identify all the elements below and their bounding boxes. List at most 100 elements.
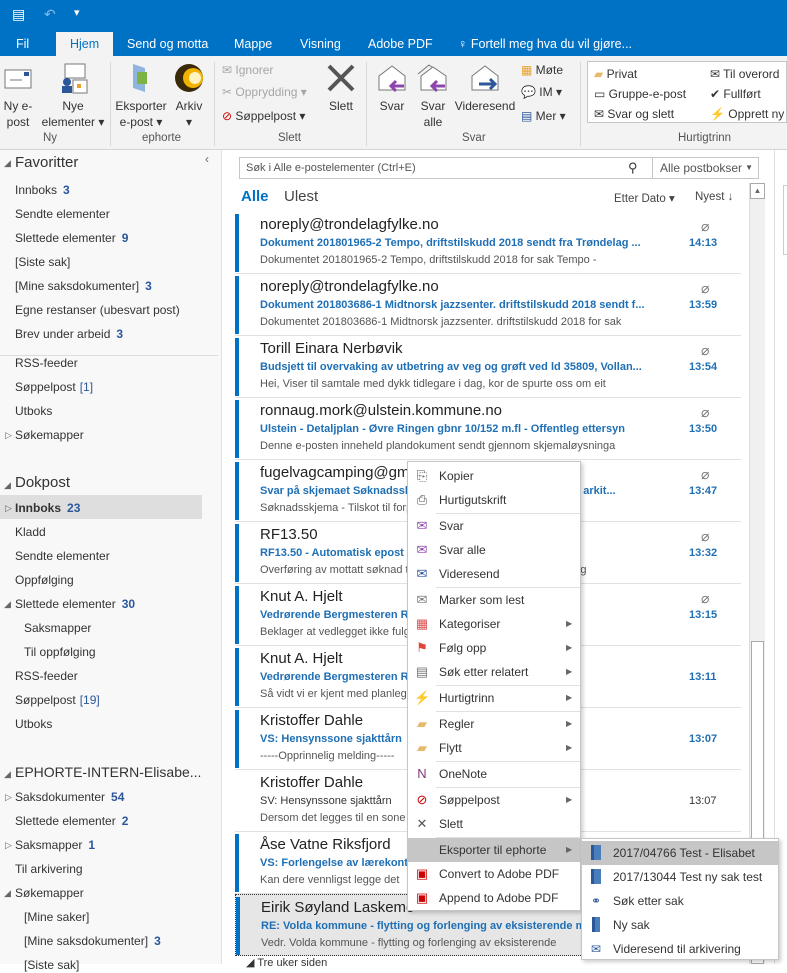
delete-button[interactable]: Slett	[324, 62, 358, 114]
quickstep-privat[interactable]: ▰ Privat	[594, 64, 637, 84]
collapse-triangle-icon[interactable]: ◢	[4, 158, 11, 169]
context-menu-item-marker-som-lest[interactable]: ✉ Marker som lest	[408, 588, 580, 612]
expand-triangle-icon[interactable]: ▷	[5, 503, 12, 514]
folder-favorites-siste-sak[interactable]: [Siste sak]	[15, 254, 70, 270]
context-menu-item-append-to-adobe-pdf[interactable]: ▣ Append to Adobe PDF	[408, 886, 580, 910]
context-menu-item-svar[interactable]: ✉ Svar	[408, 514, 580, 538]
context-menu-item-eksporter-til-ephorte[interactable]: Eksporter til ephorte ▶	[408, 838, 580, 862]
context-menu-item-hurtigtrinn[interactable]: ⚡ Hurtigtrinn ▶	[408, 686, 580, 710]
folder-favorites-egne-restanser[interactable]: Egne restanser (ubesvart post)	[15, 302, 180, 318]
folder-dokpost-rss[interactable]: RSS-feeder	[15, 668, 78, 684]
im-button[interactable]: 💬 IM ▾	[521, 82, 562, 102]
folder-dokpost-sendte[interactable]: Sendte elementer	[15, 548, 110, 564]
minimize-pane-icon[interactable]: ‹	[205, 152, 209, 166]
folder-ephorte-slettede[interactable]: Slettede elementer 2	[15, 813, 128, 829]
folder-rss-feeder[interactable]: RSS-feeder	[15, 355, 78, 371]
context-menu-item-flytt[interactable]: ▰ Flytt ▶	[408, 736, 580, 760]
scroll-up-arrow[interactable]: ▲	[750, 183, 765, 199]
mail-item[interactable]: Torill Einara Nerbøvik Budsjett til overv…	[235, 336, 741, 398]
quickstep-fullfort[interactable]: ✔ Fullført	[710, 84, 761, 104]
mail-item[interactable]: ronnaug.mork@ulstein.kommune.no Ulstein -…	[235, 398, 741, 460]
folder-soppelpost[interactable]: Søppelpost [1]	[15, 379, 93, 395]
folder-ephorte-saksdokumenter[interactable]: Saksdokumenter 54	[15, 789, 124, 805]
search-input[interactable]: Søk i Alle e-postelementer (Ctrl+E)	[246, 162, 416, 174]
folder-favorites-sendte[interactable]: Sendte elementer	[15, 206, 110, 222]
folder-ephorte-sokemapper[interactable]: Søkemapper	[15, 885, 84, 901]
sort-by-dropdown[interactable]: Etter Dato ▾	[614, 191, 675, 205]
context-menu-item-videresend[interactable]: ✉ Videresend	[408, 562, 580, 586]
context-menu-item-svar-alle[interactable]: ✉ Svar alle	[408, 538, 580, 562]
group-header-tre-uker-siden[interactable]: ◢ Tre uker siden	[246, 956, 327, 969]
submenu-item-2[interactable]: 2017/13044 Test ny sak test	[582, 865, 778, 889]
undo-icon[interactable]: ↶	[44, 6, 56, 23]
quickstep-til-overordnet[interactable]: ✉ Til overord	[710, 64, 779, 84]
folder-ephorte-siste-sak[interactable]: [Siste sak]	[24, 957, 79, 973]
meeting-button[interactable]: ▦ Møte	[521, 60, 563, 80]
submenu-item-4[interactable]: Ny sak	[582, 913, 778, 937]
filter-unread[interactable]: Ulest	[284, 188, 318, 205]
new-items-button[interactable]: Nye elementer ▾	[40, 62, 106, 130]
folder-ephorte-til-arkivering[interactable]: Til arkivering	[15, 861, 83, 877]
sort-order-toggle[interactable]: Nyest ↓	[695, 191, 733, 203]
search-box[interactable]: Søk i Alle e-postelementer (Ctrl+E) ⚲ Al…	[239, 157, 759, 179]
archive-button[interactable]: Arkiv ▾	[172, 62, 206, 130]
submenu-item-5[interactable]: ✉ Videresend til arkivering	[582, 937, 778, 961]
folder-dokpost-slettede[interactable]: Slettede elementer 30	[15, 596, 135, 612]
submenu-item-1[interactable]: 2017/04766 Test - Elisabet	[582, 841, 778, 865]
context-menu-item-slett[interactable]: ✕ Slett	[408, 812, 580, 836]
folder-utboks[interactable]: Utboks	[15, 403, 52, 419]
collapse-triangle-icon[interactable]: ◢	[4, 480, 11, 491]
folder-ephorte-mine-saksdokumenter[interactable]: [Mine saksdokumenter] 3	[24, 933, 161, 949]
folder-favorites-mine-saksdokumenter[interactable]: [Mine saksdokumenter] 3	[15, 278, 152, 294]
search-scope-dropdown[interactable]: Alle postbokser ▼	[652, 158, 759, 178]
export-email-button[interactable]: Eksporter e-post ▾	[114, 62, 168, 130]
folder-dokpost-soppelpost[interactable]: Søppelpost [19]	[15, 692, 100, 708]
tab-fil[interactable]: Fil	[6, 32, 39, 56]
context-menu-item-kategoriser[interactable]: ▦ Kategoriser ▶	[408, 612, 580, 636]
folder-favorites-innboks[interactable]: Innboks 3	[15, 182, 70, 198]
filter-all[interactable]: Alle	[241, 188, 269, 205]
outlook-app-icon[interactable]: ▤	[12, 6, 25, 23]
mail-item[interactable]: noreply@trondelagfylke.no Dokument 201803…	[235, 274, 741, 336]
tab-adobe-pdf[interactable]: Adobe PDF	[358, 32, 443, 56]
collapse-triangle-icon[interactable]: ◢	[4, 888, 11, 899]
context-menu-item-onenote[interactable]: N OneNote	[408, 762, 580, 786]
forward-button[interactable]: Videresend	[454, 62, 516, 114]
folder-dokpost-innboks[interactable]: Innboks 23	[15, 500, 80, 516]
tab-visning[interactable]: Visning	[290, 32, 351, 56]
folder-ephorte-mine-saker[interactable]: [Mine saker]	[24, 909, 89, 925]
expand-triangle-icon[interactable]: ▷	[5, 792, 12, 803]
tell-me-search[interactable]: ♀ Fortell meg hva du vil gjøre...	[448, 32, 642, 56]
expand-triangle-icon[interactable]: ▷	[5, 840, 12, 851]
context-menu-item-hurtigutskrift[interactable]: ⎙ Hurtigutskrift	[408, 488, 580, 512]
ephorte-mailbox-header[interactable]: EPHORTE-INTERN-Elisabe...	[15, 764, 201, 780]
submenu-item-3[interactable]: ⚭ Søk etter sak	[582, 889, 778, 913]
quickstep-opprett-ny[interactable]: ⚡ Opprett ny	[710, 104, 784, 124]
tab-hjem[interactable]: Hjem	[56, 32, 114, 56]
folder-sokemapper[interactable]: Søkemapper	[15, 427, 84, 443]
context-menu-item-følg-opp[interactable]: ⚑ Følg opp ▶	[408, 636, 580, 660]
more-reply-button[interactable]: ▤ Mer ▾	[521, 106, 566, 126]
junk-button[interactable]: ⊘ Søppelpost ▾	[222, 106, 305, 126]
folder-dokpost-utboks[interactable]: Utboks	[15, 716, 52, 732]
tab-send-og-motta[interactable]: Send og motta	[117, 32, 218, 56]
folder-favorites-brev-under-arbeid[interactable]: Brev under arbeid 3	[15, 326, 123, 342]
search-magnifier-icon[interactable]: ⚲	[628, 160, 638, 176]
mail-item[interactable]: noreply@trondelagfylke.no Dokument 201801…	[235, 212, 741, 274]
collapse-triangle-icon[interactable]: ◢	[4, 769, 11, 780]
favorites-header[interactable]: Favoritter	[15, 154, 78, 171]
reply-all-button[interactable]: Svar alle	[416, 62, 450, 130]
folder-dokpost-saksmapper[interactable]: Saksmapper	[24, 620, 91, 636]
context-menu-item-kopier[interactable]: ⎘ Kopier	[408, 464, 580, 488]
folder-dokpost-til-oppfolging[interactable]: Til oppfølging	[24, 644, 96, 660]
dokpost-header[interactable]: Dokpost	[15, 474, 70, 491]
context-menu-item-regler[interactable]: ▰ Regler ▶	[408, 712, 580, 736]
ignore-button[interactable]: ✉ Ignorer	[222, 60, 273, 80]
quickstep-gruppe-e-post[interactable]: ▭ Gruppe-e-post	[594, 84, 686, 104]
collapse-triangle-icon[interactable]: ◢	[4, 599, 11, 610]
folder-dokpost-oppfolging[interactable]: Oppfølging	[15, 572, 74, 588]
reply-button[interactable]: Svar	[376, 62, 408, 114]
new-email-button[interactable]: Ny e-post	[2, 62, 34, 130]
folder-favorites-slettede[interactable]: Slettede elementer 9	[15, 230, 128, 246]
folder-dokpost-kladd[interactable]: Kladd	[15, 524, 46, 540]
